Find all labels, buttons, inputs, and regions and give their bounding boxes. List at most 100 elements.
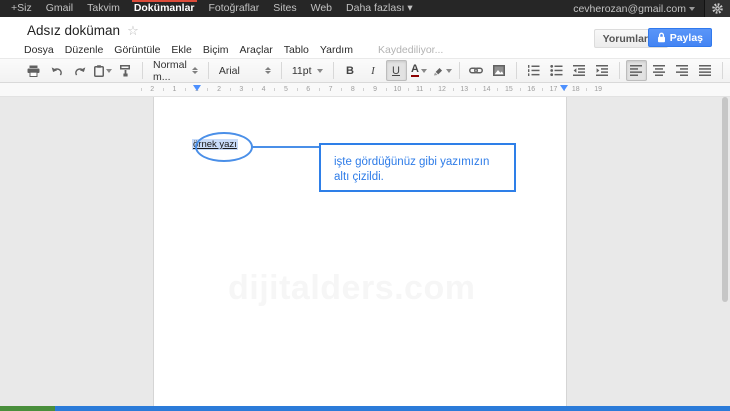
align-right-button[interactable] xyxy=(672,60,693,81)
progress-bar-blue-segment xyxy=(55,406,730,411)
menu-dosya[interactable]: Dosya xyxy=(24,44,54,56)
google-topbar: +SizGmailTakvimDokümanlarFotoğraflarSite… xyxy=(0,0,730,17)
align-left-button[interactable] xyxy=(626,60,647,81)
ruler: 2112345678910111213141516171819 xyxy=(0,83,730,97)
settings-gear-button[interactable] xyxy=(704,0,730,17)
updown-icon xyxy=(265,67,271,75)
styles-dropdown-value: Normal m... xyxy=(153,59,187,83)
text-color-button[interactable]: A xyxy=(409,60,430,81)
gear-icon xyxy=(711,2,724,15)
font-dropdown[interactable]: Arial xyxy=(214,61,276,80)
formatting-toolbar: Normal m... Arial 11pt B I U A xyxy=(0,58,730,83)
lock-icon xyxy=(657,32,666,43)
insert-link-button[interactable] xyxy=(466,60,487,81)
toolbar-separator xyxy=(516,62,517,79)
italic-button[interactable]: I xyxy=(363,60,384,81)
menu-ekle[interactable]: Ekle xyxy=(171,44,191,56)
font-size-value: 11pt xyxy=(292,65,312,77)
menu-düzenle[interactable]: Düzenle xyxy=(65,44,104,56)
align-center-button[interactable] xyxy=(649,60,670,81)
ruler-number: 10 xyxy=(386,83,408,96)
topbar-links: +SizGmailTakvimDokümanlarFotoğraflarSite… xyxy=(4,0,420,17)
print-button[interactable] xyxy=(23,60,44,81)
ruler-number: 5 xyxy=(275,83,297,96)
right-indent-marker[interactable] xyxy=(560,85,568,91)
ruler-number: 3 xyxy=(230,83,252,96)
menu-yardım[interactable]: Yardım xyxy=(320,44,353,56)
topbar-link-7[interactable]: Web xyxy=(304,0,339,17)
increase-indent-button[interactable] xyxy=(592,60,613,81)
web-clipboard-button[interactable] xyxy=(92,60,113,81)
saving-status: Kaydediliyor... xyxy=(378,44,443,56)
topbar-link-4[interactable]: Dokümanlar xyxy=(127,0,202,17)
insert-image-button[interactable] xyxy=(489,60,510,81)
redo-button[interactable] xyxy=(69,60,90,81)
paint-format-button[interactable] xyxy=(115,60,136,81)
ruler-number: 19 xyxy=(587,83,609,96)
ruler-number: 2 xyxy=(141,83,163,96)
ruler-number: 4 xyxy=(252,83,274,96)
menu-biçim[interactable]: Biçim xyxy=(203,44,229,56)
decrease-indent-button[interactable] xyxy=(569,60,590,81)
styles-dropdown[interactable]: Normal m... xyxy=(148,61,203,80)
toolbar-separator xyxy=(722,62,723,79)
ruler-number: 8 xyxy=(342,83,364,96)
ruler-number: 15 xyxy=(498,83,520,96)
left-indent-marker[interactable] xyxy=(193,85,201,91)
ruler-number: 11 xyxy=(409,83,431,96)
numbered-list-button[interactable] xyxy=(523,60,544,81)
toolbar-separator xyxy=(333,62,334,79)
comments-button-label: Yorumlar xyxy=(603,33,648,45)
topbar-link-5[interactable]: Fotoğraflar xyxy=(202,0,267,17)
clipboard-caret-icon xyxy=(106,69,112,73)
ruler-number: 7 xyxy=(319,83,341,96)
ruler-number: 16 xyxy=(520,83,542,96)
ruler-number: 6 xyxy=(297,83,319,96)
ruler-number: 1 xyxy=(163,83,185,96)
ruler-number: 9 xyxy=(364,83,386,96)
menu-görüntüle[interactable]: Görüntüle xyxy=(114,44,160,56)
ruler-number: 2 xyxy=(208,83,230,96)
doc-header: Adsız doküman ☆ Dosya Düzenle Görüntüle Ekl… xyxy=(0,17,730,58)
watermark: dijitalders.com xyxy=(228,269,475,308)
text-color-caret-icon xyxy=(421,69,427,73)
underline-button[interactable]: U xyxy=(386,60,407,81)
topbar-link-8[interactable]: Daha fazlası ▾ xyxy=(339,0,420,17)
font-size-dropdown[interactable]: 11pt xyxy=(287,61,328,80)
title-row: Adsız doküman ☆ xyxy=(27,23,139,38)
star-icon[interactable]: ☆ xyxy=(127,24,139,37)
align-justify-button[interactable] xyxy=(695,60,716,81)
undo-button[interactable] xyxy=(46,60,67,81)
topbar-link-1[interactable]: +Siz xyxy=(4,0,39,17)
toolbar-separator xyxy=(619,62,620,79)
highlight-color-button[interactable] xyxy=(432,60,453,81)
menu-row: Dosya Düzenle Görüntüle Ekle Biçim Araçlar Tab… xyxy=(24,44,443,56)
menu-araçlar[interactable]: Araçlar xyxy=(240,44,273,56)
annotation-ellipse xyxy=(195,132,253,162)
font-dropdown-value: Arial xyxy=(219,65,240,77)
progress-bar-green-segment xyxy=(0,406,55,411)
annotation-connector-line xyxy=(251,146,319,148)
document-title[interactable]: Adsız doküman xyxy=(27,23,120,38)
ruler-scale: 2112345678910111213141516171819 xyxy=(141,83,609,96)
topbar-link-2[interactable]: Gmail xyxy=(39,0,80,17)
topbar-link-6[interactable]: Sites xyxy=(266,0,303,17)
topbar-link-3[interactable]: Takvim xyxy=(80,0,127,17)
toolbar-separator xyxy=(142,62,143,79)
topbar-account-area: cevherozan@gmail.com xyxy=(573,0,730,17)
size-caret-icon xyxy=(317,69,323,73)
account-email[interactable]: cevherozan@gmail.com xyxy=(573,3,689,15)
text-color-a-glyph: A xyxy=(411,64,419,77)
share-button[interactable]: Paylaş xyxy=(648,28,712,47)
toolbar-separator xyxy=(208,62,209,79)
vertical-scrollbar-thumb[interactable] xyxy=(722,97,728,302)
progress-bar xyxy=(0,406,730,411)
bold-button[interactable]: B xyxy=(340,60,361,81)
ruler-number: 14 xyxy=(475,83,497,96)
account-caret-icon[interactable] xyxy=(689,7,695,11)
updown-icon xyxy=(192,67,198,75)
bulleted-list-button[interactable] xyxy=(546,60,567,81)
editor-canvas: dijitalders.com örnek yazı işte gördüğün… xyxy=(0,97,730,407)
highlight-caret-icon xyxy=(446,69,452,73)
menu-tablo[interactable]: Tablo xyxy=(284,44,309,56)
